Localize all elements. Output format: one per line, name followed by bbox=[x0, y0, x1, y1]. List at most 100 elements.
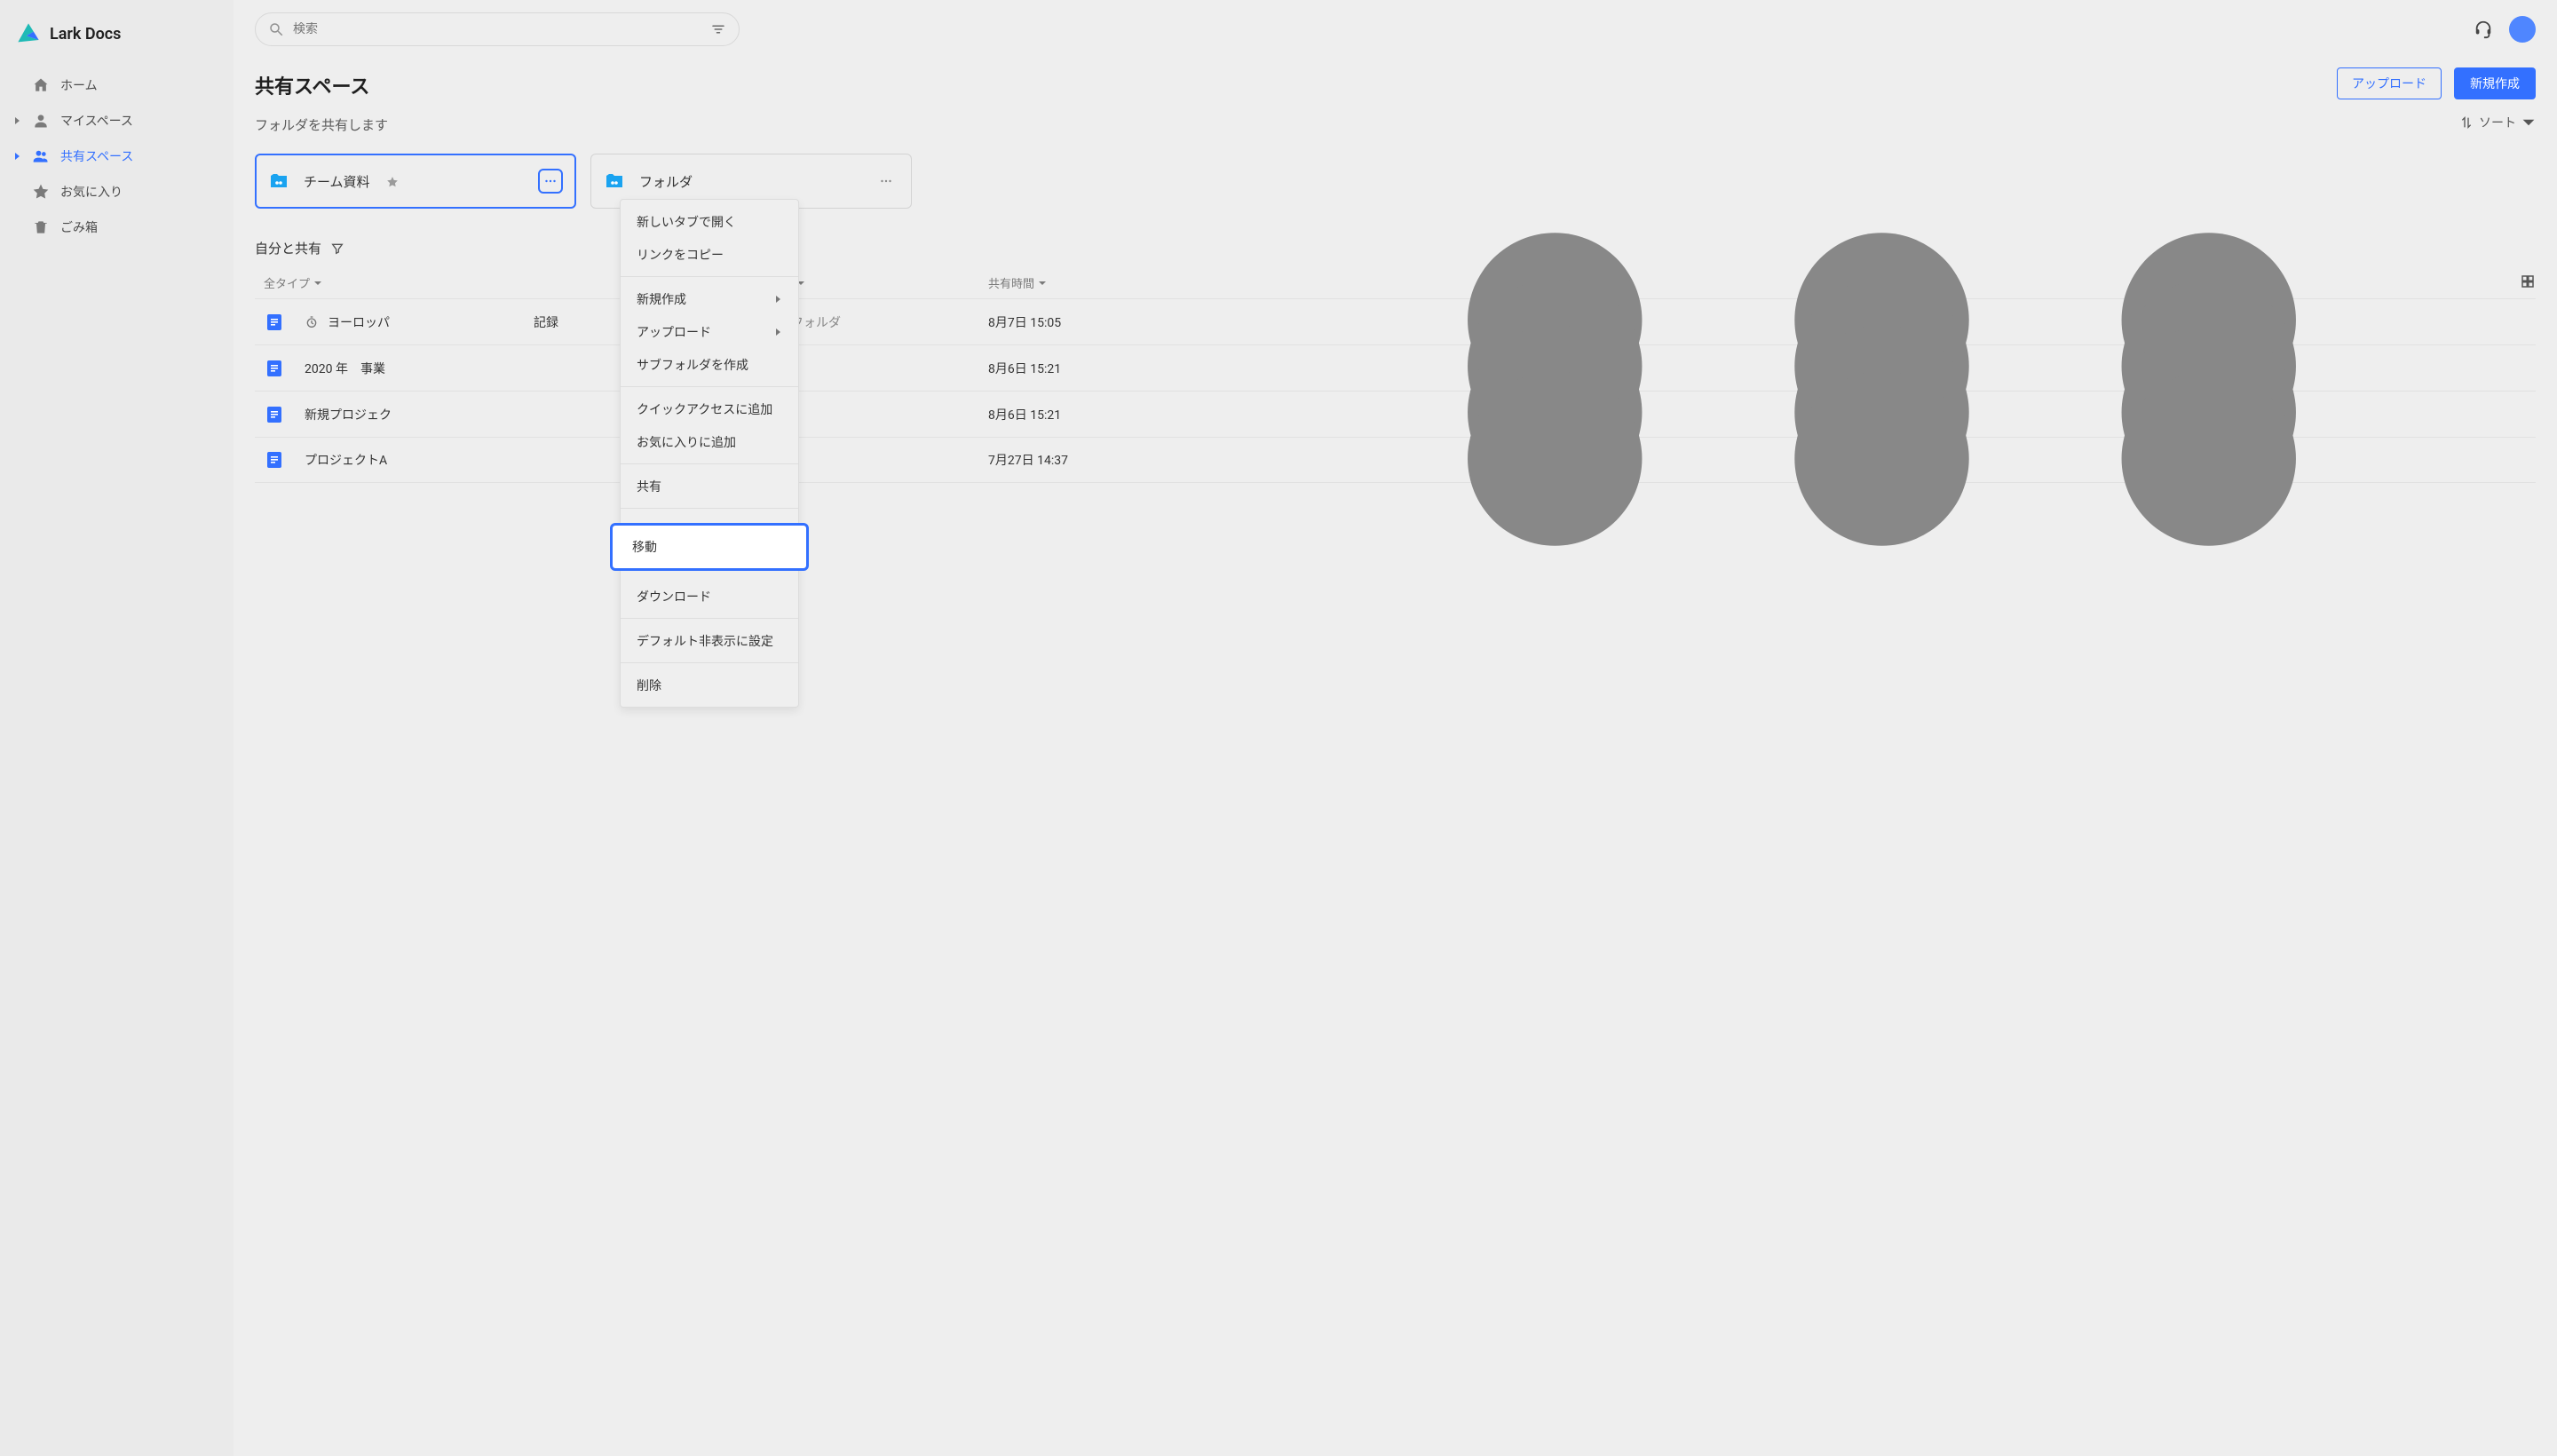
folder-card-title: チーム資料 bbox=[304, 172, 370, 191]
caret-right-icon bbox=[12, 152, 21, 161]
menu-label: 名前の変更 bbox=[637, 522, 699, 540]
home-icon bbox=[32, 76, 50, 94]
menu-share[interactable]: 共有 bbox=[621, 470, 798, 502]
menu-move[interactable]: 移動 bbox=[621, 547, 798, 580]
context-menu: 新しいタブで開く リンクをコピー 新規作成 アップロード サブフォルダを作成 ク… bbox=[620, 199, 799, 708]
row-path: — bbox=[770, 361, 988, 376]
menu-download[interactable]: ダウンロード bbox=[621, 580, 798, 613]
chevron-right-icon bbox=[773, 328, 782, 336]
caret-down-icon bbox=[2521, 115, 2536, 130]
menu-label: デフォルト非表示に設定 bbox=[637, 632, 773, 650]
row-path: — bbox=[770, 453, 988, 467]
menu-set-default-hidden[interactable]: デフォルト非表示に設定 bbox=[621, 624, 798, 657]
row-name-text: ヨーロッパ bbox=[328, 313, 390, 331]
sidebar-item-shared[interactable]: 共有スペース bbox=[5, 138, 228, 174]
sort-toggle[interactable]: ソート bbox=[2459, 114, 2536, 131]
sidebar-item-myspace[interactable]: マイスペース bbox=[5, 103, 228, 138]
col-type-label: 全タイプ bbox=[264, 274, 310, 291]
upload-button[interactable]: アップロード bbox=[2337, 67, 2442, 99]
row-path: フォルダ bbox=[770, 313, 988, 331]
caret-right-icon bbox=[12, 116, 21, 125]
search-box[interactable] bbox=[255, 12, 740, 46]
create-button[interactable]: 新規作成 bbox=[2454, 67, 2536, 99]
menu-add-quickaccess[interactable]: クイックアクセスに追加 bbox=[621, 392, 798, 425]
sidebar-item-label: お気に入り bbox=[60, 183, 123, 201]
menu-label: リンクをコピー bbox=[637, 246, 724, 264]
filter-lines-icon[interactable] bbox=[710, 21, 726, 37]
section-title-text: 自分と共有 bbox=[255, 239, 321, 257]
main-panel: 共有スペース アップロード 新規作成 フォルダを共有します ソート チーム資料 … bbox=[234, 0, 2557, 1456]
menu-rename[interactable]: 名前の変更 bbox=[621, 514, 798, 547]
app-logo: Lark Docs bbox=[0, 7, 234, 67]
search-input[interactable] bbox=[293, 22, 701, 36]
group-icon bbox=[32, 147, 50, 165]
search-icon bbox=[268, 21, 284, 37]
sidebar-item-label: ごみ箱 bbox=[60, 218, 98, 236]
chevron-right-icon bbox=[773, 295, 782, 304]
sort-label: ソート bbox=[2479, 114, 2516, 131]
menu-copy-link[interactable]: リンクをコピー bbox=[621, 238, 798, 271]
col-path[interactable]: パス bbox=[770, 274, 988, 291]
menu-upload[interactable]: アップロード bbox=[621, 315, 798, 348]
shared-folder-icon bbox=[268, 170, 289, 192]
menu-label: アップロード bbox=[637, 323, 711, 341]
sidebar-item-label: 共有スペース bbox=[60, 147, 133, 165]
menu-label: お気に入りに追加 bbox=[637, 433, 736, 451]
app-name: Lark Docs bbox=[50, 25, 121, 44]
caret-down-icon bbox=[1038, 279, 1047, 288]
row-time: 8月6日 15:21 bbox=[988, 406, 1228, 423]
sidebar-item-trash[interactable]: ごみ箱 bbox=[5, 210, 228, 245]
menu-label: サブフォルダを作成 bbox=[637, 356, 748, 374]
menu-label: 新規作成 bbox=[637, 290, 686, 308]
person-icon bbox=[32, 112, 50, 130]
row-more-button[interactable] bbox=[1228, 1102, 2536, 1116]
sidebar-item-favorites[interactable]: お気に入り bbox=[5, 174, 228, 210]
lark-logo-icon bbox=[16, 21, 41, 46]
filter-icon[interactable] bbox=[330, 241, 344, 256]
row-name-text: 2020 年 事業 bbox=[305, 360, 385, 377]
doc-icon bbox=[264, 404, 285, 425]
row-name-text: プロジェクトA bbox=[305, 451, 387, 469]
sort-icon bbox=[2459, 115, 2474, 130]
menu-label: 新しいタブで開く bbox=[637, 213, 736, 231]
menu-label: 共有 bbox=[637, 478, 661, 495]
row-time: 8月7日 15:05 bbox=[988, 313, 1228, 331]
col-time-label: 共有時間 bbox=[988, 274, 1034, 291]
menu-create-new[interactable]: 新規作成 bbox=[621, 282, 798, 315]
trash-icon bbox=[32, 218, 50, 236]
doc-icon bbox=[264, 449, 285, 471]
sidebar-item-label: ホーム bbox=[60, 76, 98, 94]
documents-table: 全タイプ パス 共有時間 ヨーロッパ 記録 bbox=[234, 268, 2557, 483]
doc-icon bbox=[264, 312, 285, 333]
menu-create-subfolder[interactable]: サブフォルダを作成 bbox=[621, 348, 798, 381]
row-name-text: 新規プロジェク bbox=[305, 406, 392, 423]
star-icon bbox=[32, 183, 50, 201]
folder-card-team[interactable]: チーム資料 bbox=[255, 154, 576, 209]
sidebar-item-home[interactable]: ホーム bbox=[5, 67, 228, 103]
menu-label: 削除 bbox=[637, 677, 661, 694]
timer-icon bbox=[305, 315, 319, 329]
menu-label: クイックアクセスに追加 bbox=[637, 400, 772, 418]
caret-down-icon bbox=[313, 279, 322, 288]
row-path: — bbox=[770, 408, 988, 422]
row-time: 7月27日 14:37 bbox=[988, 451, 1228, 469]
col-time[interactable]: 共有時間 bbox=[988, 274, 1228, 291]
card-more-button[interactable] bbox=[874, 169, 899, 194]
table-row[interactable]: プロジェクトA — 7月27日 14:37 bbox=[255, 437, 2536, 483]
sidebar-nav: ホーム マイスペース 共有スペース お気に入り ごみ箱 bbox=[0, 67, 234, 245]
folder-card-title: フォルダ bbox=[639, 172, 693, 191]
doc-icon bbox=[264, 358, 285, 379]
menu-delete[interactable]: 削除 bbox=[621, 669, 798, 701]
card-more-button[interactable] bbox=[538, 169, 563, 194]
shared-folder-icon bbox=[604, 170, 625, 192]
page-actions: アップロード 新規作成 bbox=[2337, 67, 2536, 99]
sidebar: Lark Docs ホーム マイスペース 共有スペース お気に入り ごみ箱 bbox=[0, 0, 234, 1456]
menu-open-new-tab[interactable]: 新しいタブで開く bbox=[621, 205, 798, 238]
star-icon bbox=[386, 175, 399, 187]
row-time: 8月6日 15:21 bbox=[988, 360, 1228, 377]
sidebar-item-label: マイスペース bbox=[60, 112, 133, 130]
row-name-suffix: 記録 bbox=[534, 313, 558, 331]
menu-label: 移動 bbox=[637, 555, 661, 573]
menu-label: ダウンロード bbox=[637, 588, 711, 605]
menu-add-favorite[interactable]: お気に入りに追加 bbox=[621, 425, 798, 458]
